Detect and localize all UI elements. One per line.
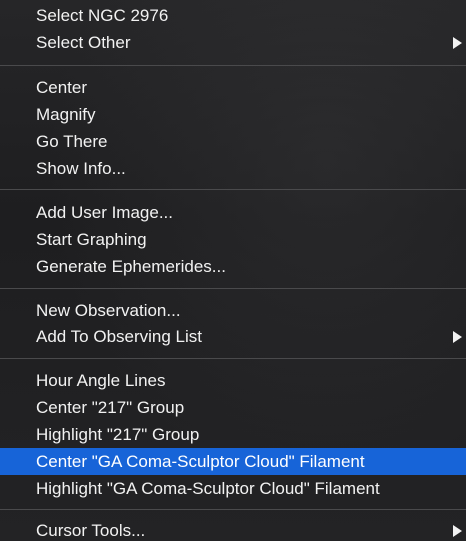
menu-separator [0,189,466,190]
submenu-arrow-icon [453,525,462,537]
menu-item-center-217-group[interactable]: Center "217" Group [0,394,466,421]
menu-item-highlight-ga-filament[interactable]: Highlight "GA Coma-Sculptor Cloud" Filam… [0,475,466,502]
menu-item-label: Show Info... [36,159,126,178]
menu-item-new-observation[interactable]: New Observation... [0,297,466,324]
menu-item-label: Magnify [36,105,96,124]
menu-item-add-to-observing-list[interactable]: Add To Observing List [0,323,466,350]
menu-item-label: Select NGC 2976 [36,6,169,25]
menu-item-label: Generate Ephemerides... [36,257,226,276]
submenu-arrow-icon [453,37,462,49]
menu-item-center[interactable]: Center [0,74,466,101]
menu-item-highlight-217-group[interactable]: Highlight "217" Group [0,421,466,448]
menu-item-cursor-tools[interactable]: Cursor Tools... [0,517,466,541]
menu-item-magnify[interactable]: Magnify [0,101,466,128]
menu-item-center-ga-filament[interactable]: Center "GA Coma-Sculptor Cloud" Filament [0,448,466,475]
menu-item-label: Center [36,78,88,97]
menu-item-label: Highlight "GA Coma-Sculptor Cloud" Filam… [36,479,380,498]
menu-item-label: Select Other [36,33,131,52]
menu-separator [0,509,466,510]
menu-item-label: Cursor Tools... [36,521,146,540]
menu-item-generate-ephemerides[interactable]: Generate Ephemerides... [0,253,466,280]
menu-item-add-user-image[interactable]: Add User Image... [0,199,466,226]
menu-item-start-graphing[interactable]: Start Graphing [0,226,466,253]
menu-item-label: Highlight "217" Group [36,425,200,444]
menu-item-label: Start Graphing [36,230,147,249]
menu-item-select-ngc-2976[interactable]: Select NGC 2976 [0,2,466,29]
menu-item-label: Center "GA Coma-Sculptor Cloud" Filament [36,452,365,471]
menu-item-label: New Observation... [36,301,181,320]
menu-separator [0,65,466,66]
menu-item-go-there[interactable]: Go There [0,128,466,155]
menu-item-hour-angle-lines[interactable]: Hour Angle Lines [0,367,466,394]
menu-item-label: Add User Image... [36,203,174,222]
context-menu: Select NGC 2976 Select Other Center Magn… [0,0,466,541]
menu-item-show-info[interactable]: Show Info... [0,155,466,182]
menu-item-label: Add To Observing List [36,327,202,346]
menu-separator [0,358,466,359]
menu-item-label: Hour Angle Lines [36,371,166,390]
menu-item-label: Center "217" Group [36,398,185,417]
menu-separator [0,288,466,289]
menu-item-select-other[interactable]: Select Other [0,29,466,56]
menu-item-label: Go There [36,132,108,151]
submenu-arrow-icon [453,331,462,343]
